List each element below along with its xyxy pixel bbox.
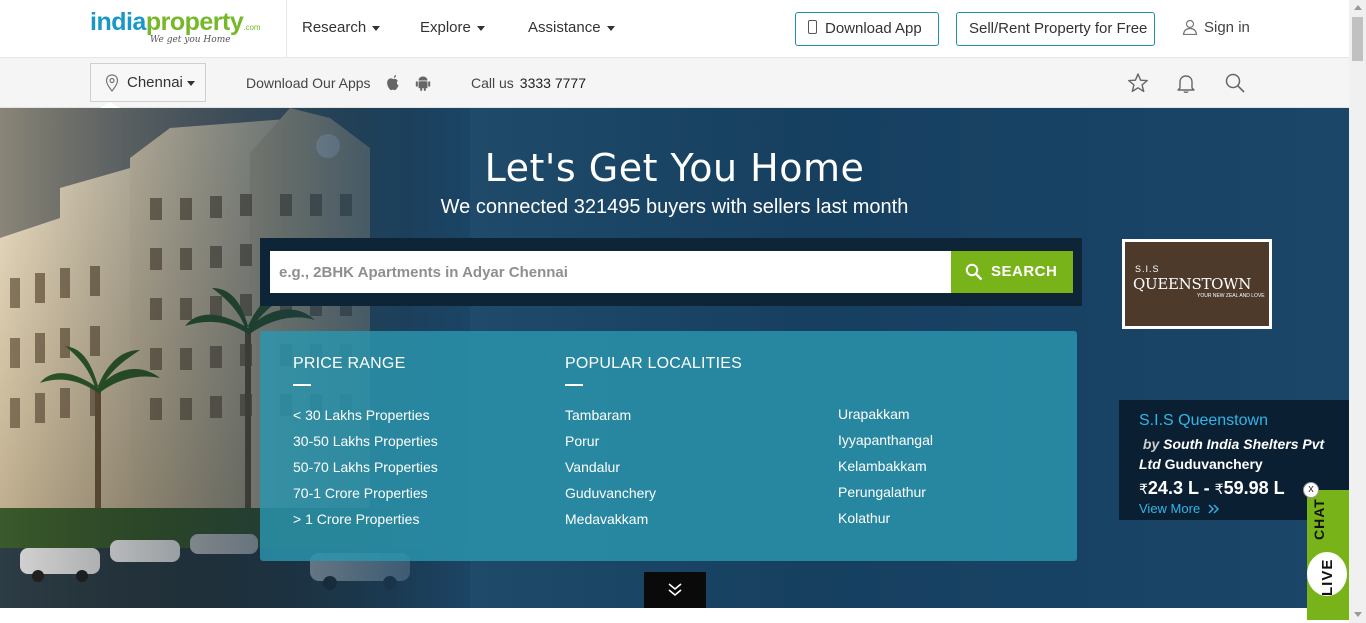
top-navbar: indiaproperty.com We get you Home Resear… [0,0,1349,58]
price-range-link[interactable]: < 30 Lakhs Properties [293,407,430,423]
price-range-link[interactable]: > 1 Crore Properties [293,511,419,527]
logo-part-property: property [145,8,244,36]
caret-down-icon [476,25,485,31]
view-more-label: View More [1139,501,1201,516]
project-location: Guduvanchery [1164,456,1263,472]
caret-down-icon [186,80,195,86]
quick-links-panel: PRICE RANGE < 30 Lakhs Properties 30-50 … [260,331,1077,561]
download-apps-label: Download Our Apps [246,75,371,91]
apple-icon[interactable] [385,74,401,92]
double-chevron-right-icon [1208,504,1219,514]
caret-down-icon [606,25,615,31]
scroll-down-arrow-icon[interactable] [1354,612,1362,617]
locality-link[interactable]: Kelambakkam [838,458,927,474]
price-range-link[interactable]: 50-70 Lakhs Properties [293,459,438,475]
city-label: Chennai [127,74,183,91]
location-pin-icon [105,74,119,92]
nav-assistance-label: Assistance [528,19,601,36]
project-builder: by South India Shelters Pvt Ltd Guduvanc… [1139,434,1329,474]
sponsored-project-logo[interactable]: S.I.S QUEENSTOWN YOUR NEW ZEAL AND LOVE [1122,239,1272,329]
phone-icon [808,20,817,34]
call-us: Call us 3333 7777 [471,75,586,91]
logo-divider [286,0,287,58]
search-input[interactable] [270,251,951,293]
logo-queenstown-text: QUEENSTOWN [1133,275,1252,293]
logo-tagline-text: YOUR NEW ZEAL AND LOVE [1197,293,1265,299]
download-app-label: Download App [825,20,922,37]
queenstown-logo: S.I.S QUEENSTOWN YOUR NEW ZEAL AND LOVE [1125,242,1269,326]
call-us-number[interactable]: 3333 7777 [520,75,586,91]
sell-rent-button[interactable]: Sell/Rent Property for Free [956,12,1155,46]
page-scrollbar[interactable] [1349,0,1366,623]
sub-navbar: Chennai Download Our Apps Call us 3333 77… [0,58,1349,108]
rupee-icon: ₹ [1214,481,1224,497]
logo-part-india: india [90,8,146,36]
hero-subtitle: We connected 321495 buyers with sellers … [440,196,909,218]
locality-link[interactable]: Porur [565,433,599,449]
page-bottom-strip [0,608,1349,623]
nav-assistance[interactable]: Assistance [528,19,615,36]
nav-research-label: Research [302,19,367,36]
city-selector[interactable]: Chennai [90,63,206,102]
nav-explore[interactable]: Explore [420,19,485,36]
user-icon [1182,19,1198,35]
project-price: ₹24.3 L - ₹59.98 L [1139,478,1329,499]
locality-link[interactable]: Medavakkam [565,511,648,527]
sign-in-link[interactable]: Sign in [1182,19,1250,36]
heading-divider [293,384,311,386]
rupee-icon: ₹ [1139,481,1148,497]
nav-research[interactable]: Research [302,19,381,36]
live-chat-widget[interactable]: x CHAT LIVE [1303,482,1349,620]
search-button[interactable]: SEARCH [951,251,1073,293]
locality-link[interactable]: Urapakkam [838,406,910,422]
price-max: 59.98 L [1223,478,1285,498]
download-app-button[interactable]: Download App [795,12,939,46]
project-title[interactable]: S.I.S Queenstown [1139,412,1329,430]
logo-tagline: We get you Home [150,35,231,45]
hero-banner: Let's Get You Home We connected 321495 b… [0,108,1349,608]
double-chevron-down-icon [668,583,682,597]
scroll-down-button[interactable] [644,572,706,608]
scroll-up-arrow-icon[interactable] [1354,5,1362,10]
scrollbar-thumb[interactable] [1352,17,1363,61]
locality-link[interactable]: Vandalur [565,459,620,475]
price-range-link[interactable]: 70-1 Crore Properties [293,485,428,501]
brand-logo[interactable]: indiaproperty.com We get you Home [90,8,270,50]
sign-in-label: Sign in [1204,19,1250,36]
live-chat-live-label: LIVE [1319,558,1336,596]
price-range-heading: PRICE RANGE [293,355,406,372]
search-icon [965,263,983,281]
hero-title: Let's Get You Home [484,146,865,190]
search-icon[interactable] [1224,72,1246,94]
bell-icon[interactable] [1175,72,1197,94]
locality-link[interactable]: Perungalathur [838,484,926,500]
locality-link[interactable]: Kolathur [838,510,890,526]
live-chat-chat-label: CHAT [1311,498,1327,540]
price-min: 24.3 L - [1147,478,1210,498]
heading-divider [565,384,583,386]
locality-link[interactable]: Guduvanchery [565,485,656,501]
price-range-link[interactable]: 30-50 Lakhs Properties [293,433,438,449]
locality-link[interactable]: Iyyapanthangal [838,432,933,448]
star-icon[interactable] [1127,72,1149,94]
locality-link[interactable]: Tambaram [565,407,631,423]
call-us-label: Call us [471,75,514,91]
logo-sis-text: S.I.S [1135,264,1160,274]
search-button-label: SEARCH [991,263,1058,280]
caret-down-icon [372,25,381,31]
nav-explore-label: Explore [420,19,471,36]
sell-rent-label: Sell/Rent Property for Free [969,20,1148,37]
project-by-label: by [1142,436,1160,452]
popular-localities-heading: POPULAR LOCALITIES [565,355,742,372]
close-icon[interactable]: x [1303,482,1319,498]
view-more-link[interactable]: View More [1139,501,1329,516]
android-icon[interactable] [415,74,431,92]
logo-suffix: .com [243,23,261,32]
